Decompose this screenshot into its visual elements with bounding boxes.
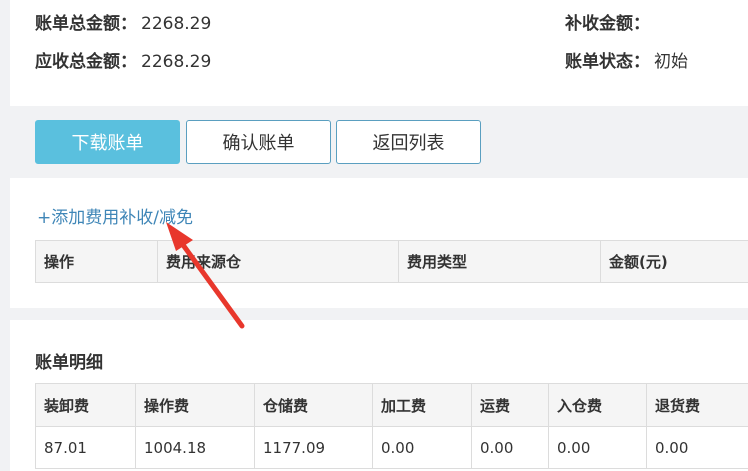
table-cell: 1177.09 [254, 426, 373, 469]
section-title: 账单明细 [35, 353, 103, 373]
column-header: 金额(元) [600, 240, 748, 283]
add-fee-adjustment-link[interactable]: +添加费用补收/减免 [37, 203, 193, 228]
download-bill-button[interactable]: 下载账单 [35, 120, 180, 164]
column-header: 费用来源仓 [157, 240, 399, 283]
back-to-list-button[interactable]: 返回列表 [336, 120, 481, 164]
supplement-label: 补收金额： [565, 14, 650, 34]
bill-summary: 账单总金额： 2268.29 应收总金额： 2268.29 补收金额： 账单状态：初… [10, 0, 748, 106]
column-header: 加工费 [372, 383, 472, 427]
table-cell: 0.00 [646, 426, 748, 469]
column-header: 入仓费 [548, 383, 647, 427]
table-cell: 87.01 [35, 426, 136, 469]
table-cell: 1004.18 [135, 426, 255, 469]
fee-table-header: 操作 费用来源仓 费用类型 金额(元) [35, 240, 748, 283]
column-header: 费用类型 [398, 240, 601, 283]
column-header: 退货费 [646, 383, 748, 427]
receivable-total-value: 2268.29 [141, 52, 212, 72]
bill-detail-section: 账单明细 装卸费 操作费 仓储费 加工费 运费 入仓费 退货费 87.01 10… [10, 320, 748, 471]
receivable-total-row: 应收总金额： 2268.29 [35, 47, 211, 72]
table-cell: 0.00 [471, 426, 549, 469]
confirm-bill-button[interactable]: 确认账单 [186, 120, 331, 164]
column-header: 装卸费 [35, 383, 136, 427]
table-cell: 0.00 [372, 426, 472, 469]
status-label: 账单状态： [565, 52, 650, 72]
table-cell: 0.00 [548, 426, 647, 469]
bill-total-label: 账单总金额： [35, 14, 137, 34]
column-header: 操作 [35, 240, 158, 283]
fee-adjustment-table: 操作 费用来源仓 费用类型 金额(元) [35, 240, 748, 283]
bill-total-row: 账单总金额： 2268.29 [35, 9, 211, 34]
bill-total-value: 2268.29 [141, 14, 212, 34]
receivable-total-label: 应收总金额： [35, 52, 137, 72]
status-row: 账单状态： 初始 [565, 47, 688, 72]
table-row: 87.01 1004.18 1177.09 0.00 0.00 0.00 0.0… [35, 426, 748, 469]
fee-adjustment-section: +添加费用补收/减免 操作 费用来源仓 费用类型 金额(元) [10, 178, 748, 308]
supplement-row: 补收金额： [565, 9, 654, 34]
bill-detail-table: 装卸费 操作费 仓储费 加工费 运费 入仓费 退货费 87.01 1004.18… [35, 383, 748, 469]
column-header: 运费 [471, 383, 549, 427]
column-header: 操作费 [135, 383, 255, 427]
status-value: 初始 [654, 52, 688, 72]
detail-table-header: 装卸费 操作费 仓储费 加工费 运费 入仓费 退货费 [35, 383, 748, 427]
action-bar: 下载账单 确认账单 返回列表 [10, 107, 748, 177]
column-header: 仓储费 [254, 383, 373, 427]
